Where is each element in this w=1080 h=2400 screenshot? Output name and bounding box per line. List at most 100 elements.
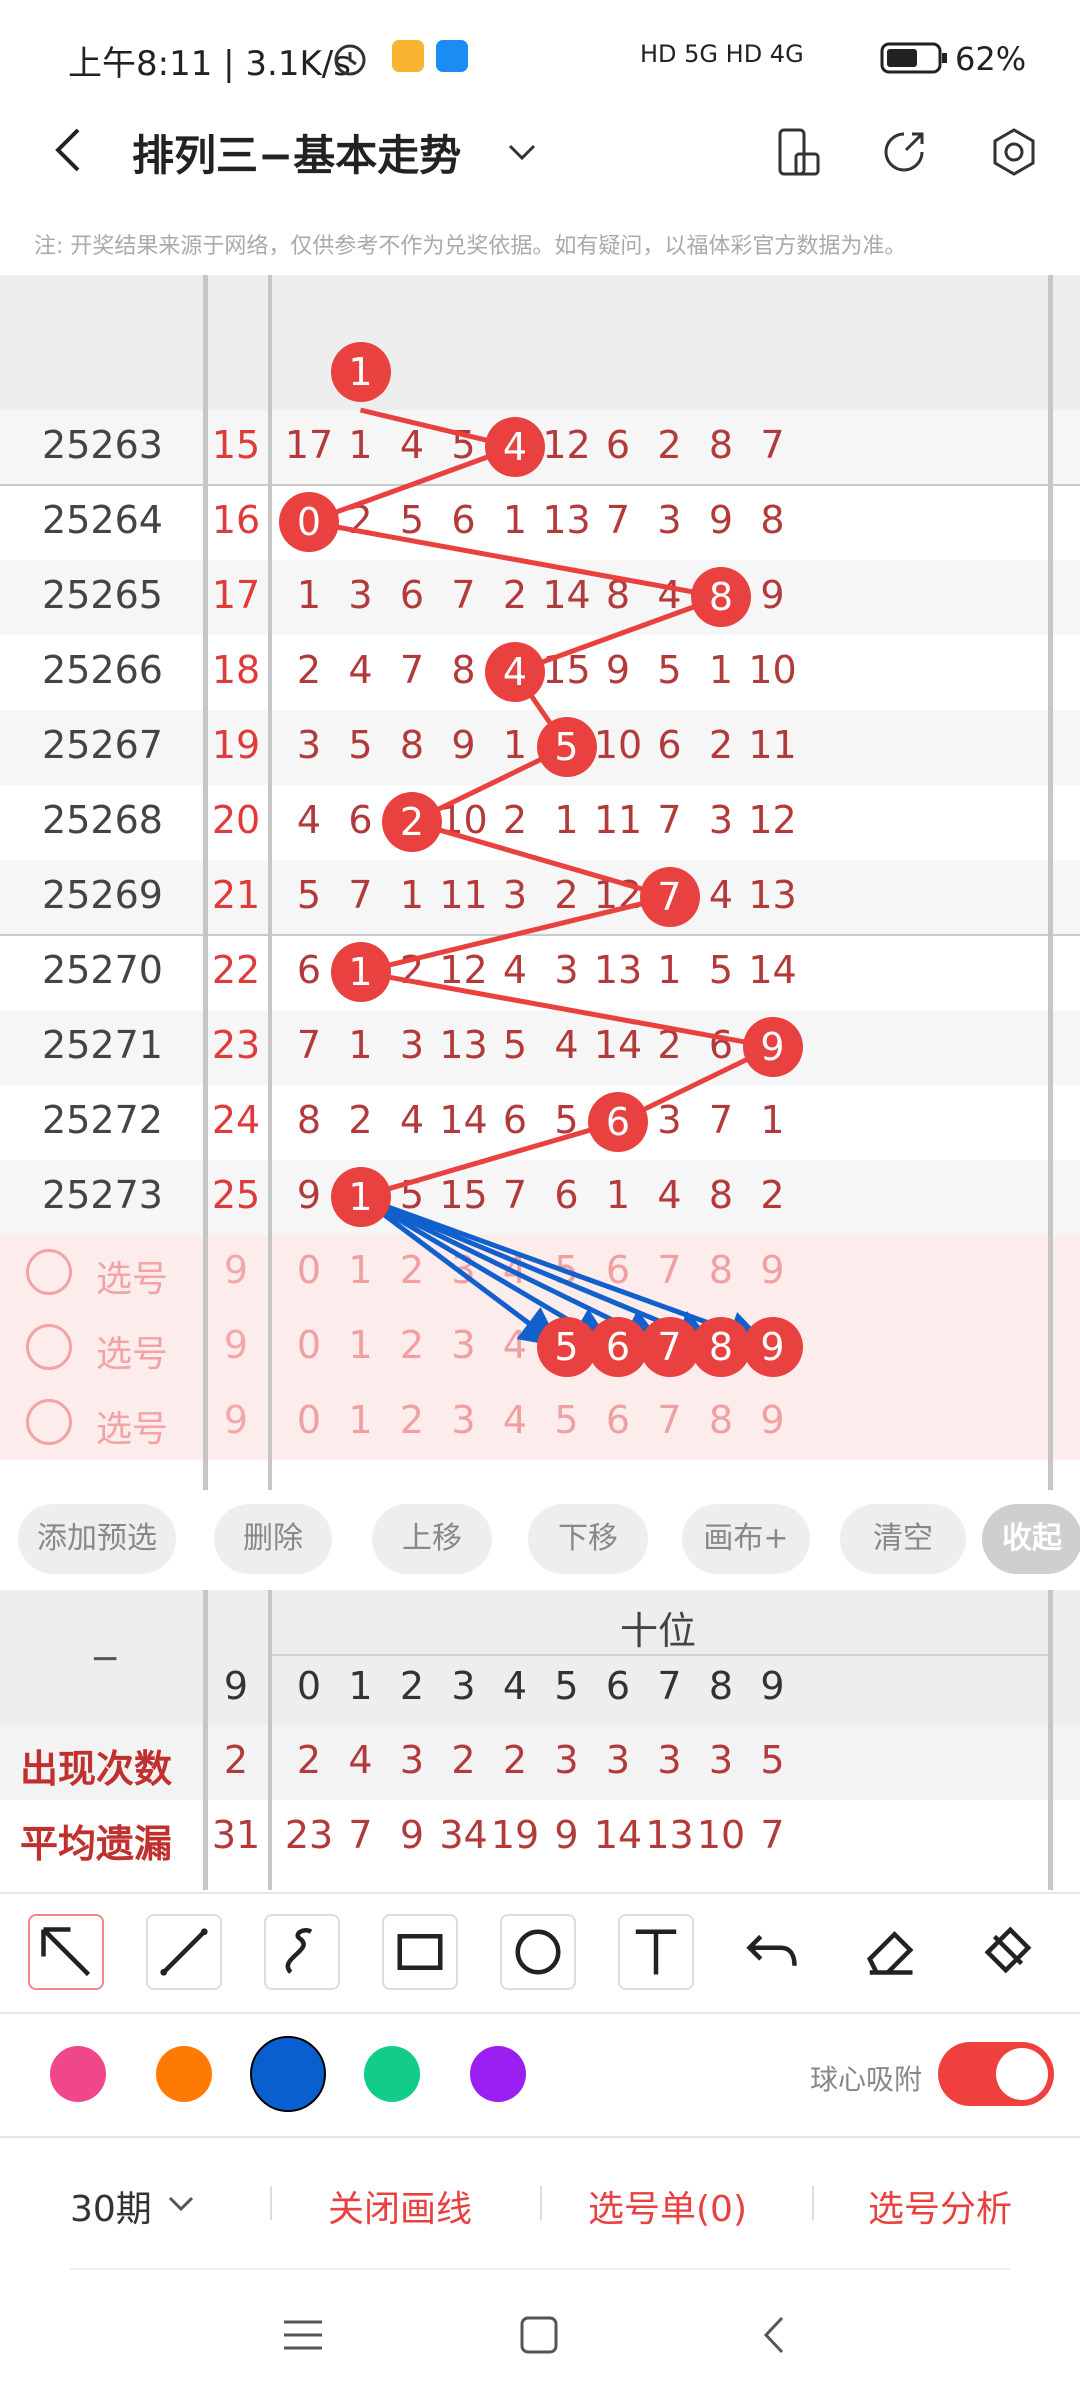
- drawn-number-ball[interactable]: 6: [588, 1092, 648, 1152]
- trend-table: 期次 十位 90123456789 2526214163429115176252…: [0, 275, 1080, 1490]
- close-lines-button[interactable]: 关闭画线: [328, 2180, 472, 2232]
- stats-cell: 3: [708, 1738, 734, 1782]
- stats-cell: 3: [554, 1738, 579, 1782]
- disclaimer-notice: 注: 开奖结果来源于网络，仅供参考不作为兑奖依据。如有疑问，以福体彩官方数据为准…: [34, 234, 907, 259]
- color-swatch[interactable]: [250, 2036, 326, 2112]
- stats-cell: 7: [760, 1813, 785, 1857]
- trend-line: [299, 407, 781, 1200]
- page-title[interactable]: 排列三−基本走势: [132, 122, 461, 183]
- app-notification-icon: [384, 40, 424, 72]
- back-icon: [763, 2316, 784, 2354]
- curve-icon: [285, 1928, 313, 1974]
- action-button[interactable]: 上移: [372, 1504, 492, 1574]
- app-notification-icon-2: [428, 40, 468, 72]
- chevron-down-icon: [508, 144, 536, 161]
- menu-icon: [284, 2320, 322, 2350]
- selection-list-button[interactable]: 选号单(0): [588, 2180, 747, 2232]
- settings-button[interactable]: [986, 124, 1042, 184]
- drawn-number-ball[interactable]: 4: [485, 417, 545, 477]
- home-icon: [520, 2316, 558, 2354]
- stats-cell: 10: [696, 1813, 746, 1857]
- stats-column-header: 9: [223, 1664, 249, 1708]
- snap-toggle[interactable]: [938, 2042, 1054, 2106]
- action-button[interactable]: 画布+: [682, 1504, 810, 1574]
- stats-cell: 31: [211, 1813, 261, 1857]
- stats-column-header: 0: [296, 1664, 322, 1708]
- drawn-number-ball[interactable]: 1: [330, 342, 391, 402]
- settings-icon: [993, 128, 1035, 176]
- stats-cell: 3: [399, 1738, 425, 1782]
- stats-cell: 2: [296, 1738, 322, 1782]
- drawn-number-ball[interactable]: 5: [536, 717, 597, 777]
- stats-cell: 2: [451, 1738, 476, 1782]
- rotate-screen-icon: [778, 128, 820, 176]
- undo-tool[interactable]: [736, 1914, 812, 1990]
- stats-cell: 2: [223, 1738, 249, 1782]
- action-button[interactable]: 清空: [840, 1504, 966, 1574]
- drawn-number-ball[interactable]: 4: [485, 642, 545, 702]
- stats-column-header: 1: [348, 1664, 373, 1708]
- pointer-icon: [41, 1927, 91, 1977]
- curve-tool[interactable]: [264, 1914, 340, 1990]
- stats-column-header: 9: [760, 1664, 785, 1708]
- stats-tens-header: 十位: [620, 1609, 697, 1653]
- blue-arrow: [359, 1194, 717, 1348]
- toggle-knob: [996, 2048, 1048, 2100]
- color-swatch[interactable]: [156, 2046, 212, 2102]
- action-button[interactable]: 添加预选: [18, 1504, 176, 1574]
- drawn-number-ball[interactable]: 9: [742, 1017, 803, 1077]
- share-button[interactable]: [876, 124, 932, 184]
- stats-cell: 9: [399, 1813, 425, 1857]
- chevron-down-icon[interactable]: [164, 2186, 198, 2224]
- drawn-number-ball[interactable]: 7: [639, 867, 700, 927]
- drawn-number-ball[interactable]: 1: [330, 942, 391, 1002]
- share-icon: [884, 132, 924, 172]
- stats-cell: 2: [502, 1738, 528, 1782]
- stats-cell: 3: [605, 1738, 631, 1782]
- stats-column-header: 3: [451, 1664, 476, 1708]
- selection-analysis-button[interactable]: 选号分析: [868, 2180, 1012, 2232]
- color-swatch[interactable]: [470, 2046, 526, 2102]
- action-button[interactable]: 删除: [214, 1504, 332, 1574]
- drawn-number-ball[interactable]: 0: [279, 492, 339, 552]
- period-select[interactable]: 30期: [70, 2180, 152, 2232]
- stats-cell: 4: [348, 1738, 373, 1782]
- orientation-button[interactable]: [770, 124, 826, 184]
- alarm-icon: [330, 38, 370, 82]
- stats-cell: 5: [760, 1738, 785, 1782]
- stats-cell: 9: [554, 1813, 579, 1857]
- title-dropdown[interactable]: [500, 130, 544, 174]
- drawn-number-ball[interactable]: 1: [330, 1167, 391, 1227]
- eraser-tool[interactable]: [854, 1914, 930, 1990]
- menu-nav-button[interactable]: [280, 2312, 326, 2362]
- blue-arrow: [359, 1195, 561, 1347]
- stats-column-header: 7: [657, 1664, 682, 1708]
- stats-cell: 13: [645, 1813, 694, 1857]
- text-tool[interactable]: [618, 1914, 694, 1990]
- stats-column-header: 6: [605, 1664, 631, 1708]
- back-nav-button[interactable]: [752, 2312, 798, 2362]
- clear-icon: [984, 1926, 1032, 1974]
- back-button[interactable]: [40, 120, 100, 180]
- clear-tool[interactable]: [972, 1914, 1048, 1990]
- action-button[interactable]: 下移: [528, 1504, 648, 1574]
- rectangle-tool[interactable]: [382, 1914, 458, 1990]
- circle-tool[interactable]: [500, 1914, 576, 1990]
- stats-column-header: 5: [554, 1664, 579, 1708]
- drawn-number-ball[interactable]: 8: [691, 567, 751, 627]
- battery-icon: [880, 42, 950, 78]
- line-tool[interactable]: [146, 1914, 222, 1990]
- status-bar: 上午8:11 | 3.1K/s HD 5G HD 4G 62%: [0, 0, 1080, 100]
- selected-number-ball[interactable]: 9: [742, 1317, 803, 1377]
- home-nav-button[interactable]: [516, 2312, 562, 2362]
- action-button[interactable]: 收起: [982, 1504, 1080, 1574]
- color-swatch[interactable]: [364, 2046, 420, 2102]
- color-swatch[interactable]: [50, 2046, 106, 2102]
- stats-column-header: 8: [708, 1664, 734, 1708]
- back-icon: [55, 128, 80, 172]
- pointer-tool[interactable]: [28, 1914, 104, 1990]
- network-indicator: HD 5G HD 4G: [640, 40, 804, 68]
- stats-column-header: 4: [502, 1664, 528, 1708]
- drawn-number-ball[interactable]: 2: [382, 792, 442, 852]
- circle-icon: [515, 1929, 561, 1975]
